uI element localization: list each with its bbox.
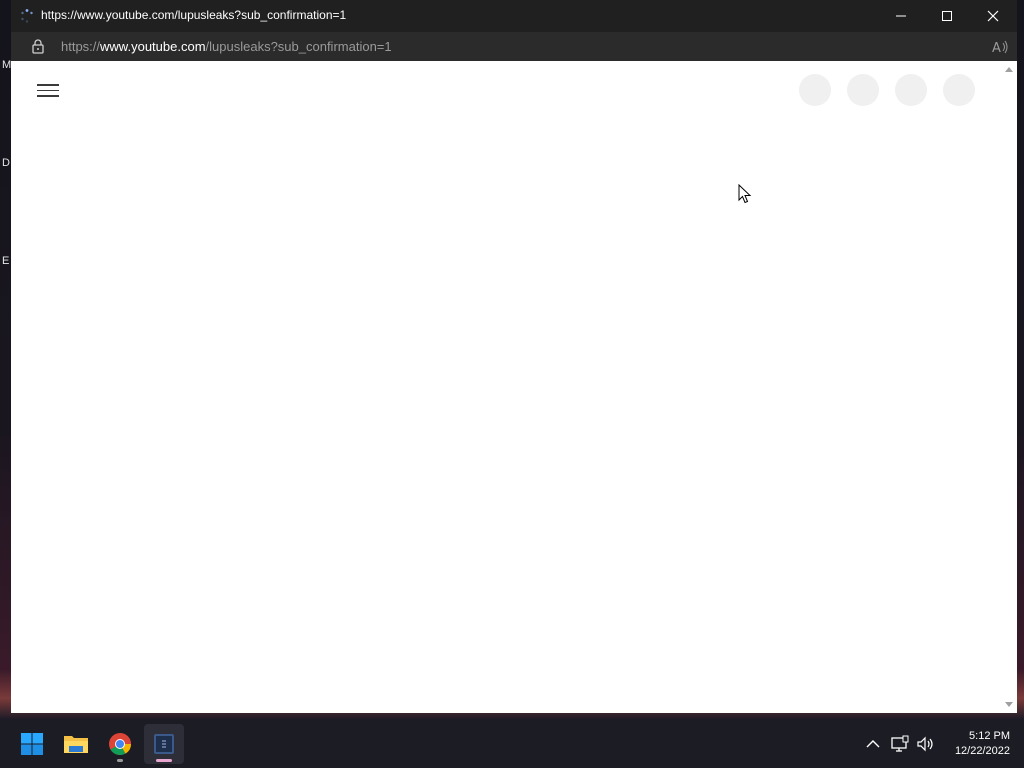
taskbar-app-file-explorer[interactable] [56,724,96,764]
folder-icon [64,736,88,753]
taskbar-app-chrome[interactable] [100,724,140,764]
header-placeholder [799,74,831,106]
mouse-cursor-icon [738,184,752,204]
desktop-icon-label[interactable]: M [2,59,11,71]
windows-logo-icon [21,733,43,755]
close-button[interactable] [970,0,1016,32]
url-scheme: https:// [61,39,101,54]
network-icon[interactable] [890,734,910,754]
taskbar: 5:12 PM 12/22/2022 [0,720,1024,768]
scroll-up-arrow[interactable] [1005,67,1013,72]
address-bar[interactable]: https://www.youtube.com/lupusleaks?sub_c… [11,32,1017,61]
desktop-icon-label[interactable]: E [2,255,9,267]
running-indicator [117,759,123,762]
scroll-down-arrow[interactable] [1005,702,1013,707]
minimize-button[interactable] [878,0,924,32]
desktop-icon-label[interactable]: D [2,157,10,169]
vertical-scrollbar[interactable] [1001,61,1017,713]
minimize-icon [896,15,906,17]
lock-icon[interactable] [30,38,46,54]
title-bar[interactable]: https://www.youtube.com/lupusleaks?sub_c… [11,0,1017,32]
clock-time: 5:12 PM [969,730,1010,742]
start-button[interactable] [12,724,52,764]
maximize-icon [942,11,952,21]
chevron-up-icon[interactable] [863,734,883,754]
header-placeholder [895,74,927,106]
window-title: https://www.youtube.com/lupusleaks?sub_c… [41,8,347,22]
system-clock[interactable]: 5:12 PM 12/22/2022 [955,729,1010,759]
taskbar-app-active-window[interactable] [144,724,184,764]
page-viewport[interactable] [11,61,1017,713]
app-window-icon [154,734,174,754]
volume-icon[interactable] [915,734,935,754]
read-aloud-icon[interactable]: A [991,38,1009,56]
loading-spinner-icon [21,9,33,23]
header-placeholder [943,74,975,106]
maximize-button[interactable] [924,0,970,32]
clock-date: 12/22/2022 [954,745,1010,757]
svg-text:A: A [992,41,1001,56]
hamburger-menu-icon[interactable] [37,81,59,99]
chrome-icon [109,733,131,755]
header-placeholder [847,74,879,106]
url-host: www.youtube.com [100,39,206,54]
browser-window: https://www.youtube.com/lupusleaks?sub_c… [11,0,1017,713]
close-icon [987,10,999,22]
url-path: /lupusleaks?sub_confirmation=1 [205,39,392,54]
url-field[interactable]: https://www.youtube.com/lupusleaks?sub_c… [61,39,392,54]
active-indicator [156,759,172,762]
